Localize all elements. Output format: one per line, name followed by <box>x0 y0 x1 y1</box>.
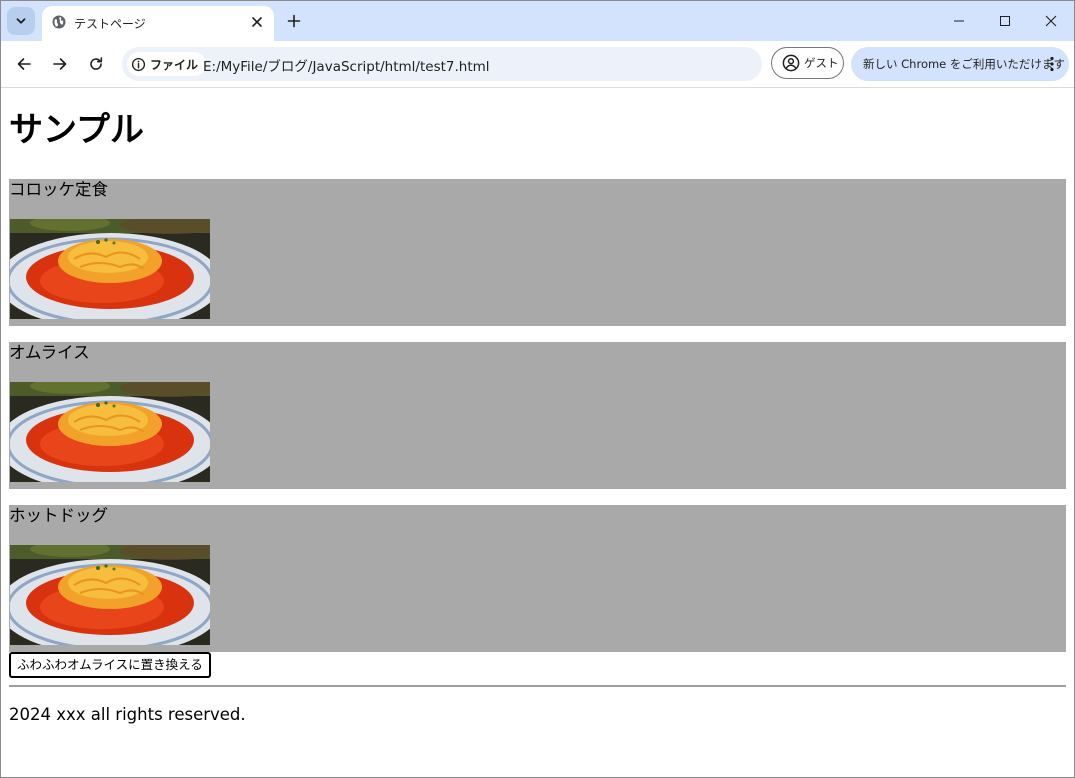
menu-item: ホットドッグ <box>9 505 1066 652</box>
profile-label: ゲスト <box>804 56 839 70</box>
tab-active[interactable]: テストページ <box>42 6 274 41</box>
chevron-down-icon <box>16 18 26 24</box>
chrome-update-label: 新しい Chrome をご利用いただけます <box>863 57 1065 71</box>
tab-strip: テストページ <box>1 1 1074 41</box>
site-info-label: ファイル <box>150 57 199 72</box>
page-heading: サンプル <box>9 110 144 150</box>
omurice-photo <box>10 219 210 319</box>
maximize-icon <box>1000 16 1010 26</box>
tab-close-button[interactable] <box>248 13 266 31</box>
chrome-update-button[interactable]: 新しい Chrome をご利用いただけます <box>851 47 1069 81</box>
info-icon <box>131 57 146 71</box>
browser-window: テストページ ファイル E:/MyFile/ブログ/JavaScript/htm… <box>0 0 1075 778</box>
url-text[interactable]: E:/MyFile/ブログ/JavaScript/html/test7.html <box>203 55 490 75</box>
menu-item-name: コロッケ定食 <box>9 180 108 199</box>
profile-button[interactable]: ゲスト <box>771 47 844 79</box>
browser-toolbar: ファイル E:/MyFile/ブログ/JavaScript/html/test7… <box>1 41 1074 88</box>
omurice-photo <box>10 382 210 482</box>
minimize-button[interactable] <box>936 1 982 41</box>
page-content: サンプル コロッケ定食 オムライス ホットドッグ ふわふわオムライスに置き換える… <box>1 88 1074 777</box>
footer-copyright: 2024 xxx all rights reserved. <box>9 705 246 724</box>
tab-search-button[interactable] <box>7 7 35 35</box>
reload-button[interactable] <box>81 49 111 79</box>
forward-arrow-icon <box>53 58 67 70</box>
address-bar[interactable]: ファイル E:/MyFile/ブログ/JavaScript/html/test7… <box>122 47 762 81</box>
tab-title: テストページ <box>74 17 146 31</box>
menu-item: オムライス <box>9 342 1066 489</box>
site-info-chip[interactable]: ファイル <box>127 52 207 76</box>
back-arrow-icon <box>17 58 31 70</box>
globe-icon <box>52 15 66 29</box>
new-tab-button[interactable] <box>282 9 306 33</box>
replace-omurice-button[interactable]: ふわふわオムライスに置き換える <box>9 652 211 678</box>
horizontal-rule <box>9 685 1066 687</box>
forward-button[interactable] <box>45 49 75 79</box>
minimize-icon <box>954 20 964 22</box>
maximize-button[interactable] <box>982 1 1028 41</box>
omurice-photo <box>10 545 210 645</box>
close-icon <box>1045 15 1057 27</box>
close-icon <box>252 17 262 27</box>
close-window-button[interactable] <box>1028 1 1074 41</box>
chrome-menu-button[interactable] <box>1043 55 1061 73</box>
more-vertical-icon <box>1050 56 1054 72</box>
back-button[interactable] <box>9 49 39 79</box>
reload-icon <box>90 57 103 70</box>
person-icon <box>782 54 800 72</box>
menu-item-name: ホットドッグ <box>9 506 108 525</box>
menu-item-name: オムライス <box>9 343 90 362</box>
plus-icon <box>287 14 301 28</box>
menu-item: コロッケ定食 <box>9 179 1066 326</box>
